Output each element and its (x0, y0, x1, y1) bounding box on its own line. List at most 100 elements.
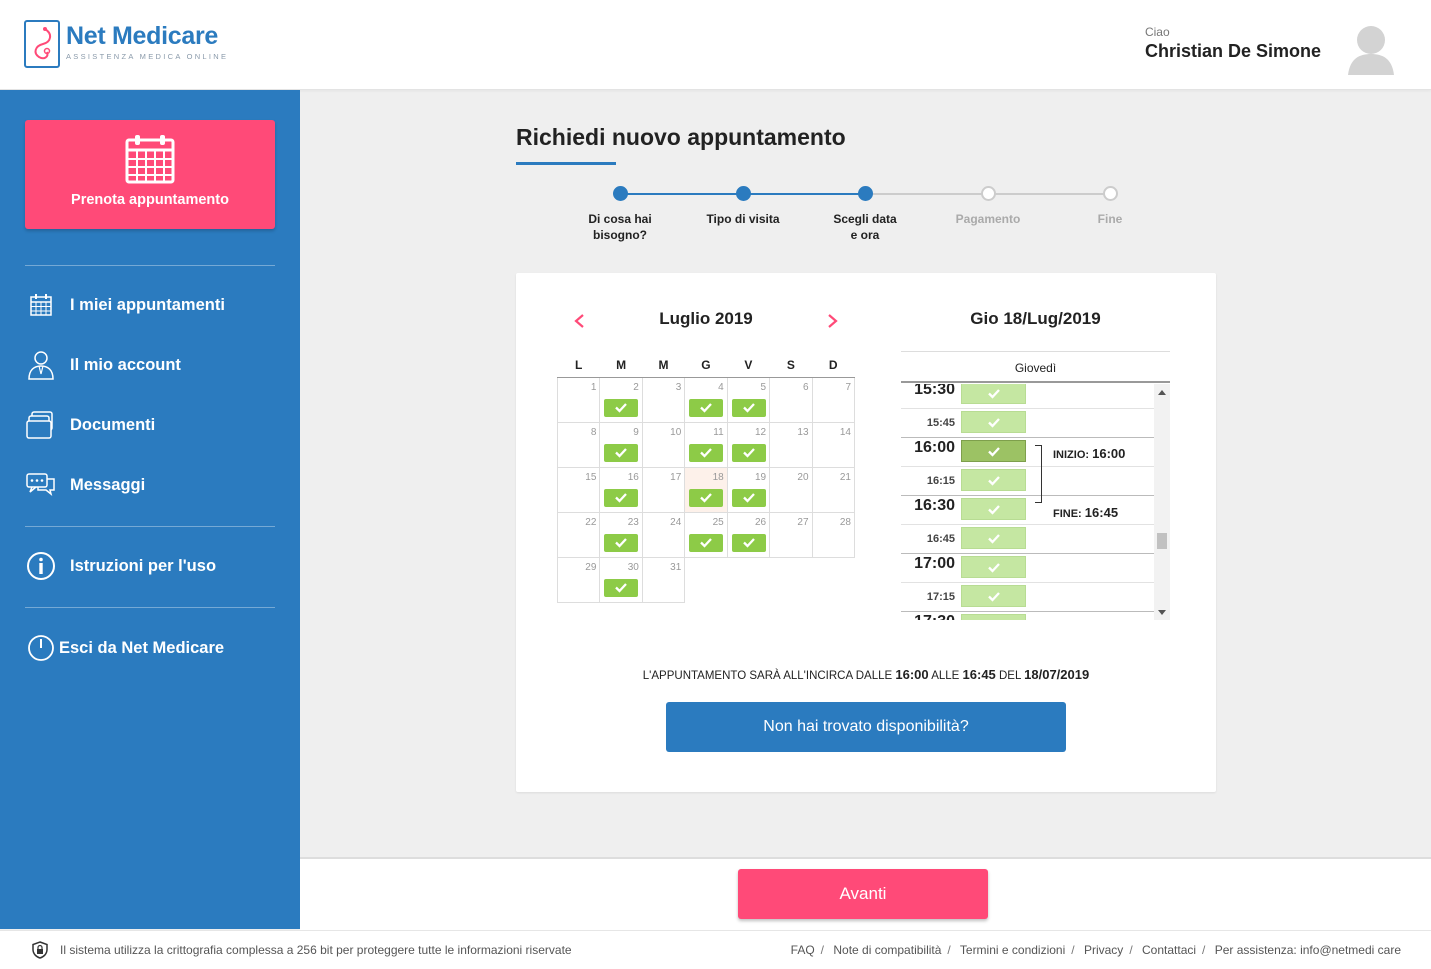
slot-time: 16:45 (926, 533, 955, 545)
main-content: Richiedi nuovo appuntamento Di cosa hai … (300, 90, 1431, 857)
slot-time: 16:30 (914, 497, 955, 514)
day-number: 18 (712, 471, 724, 483)
day-available-badge[interactable] (689, 533, 724, 552)
calendar-day: 17 (641, 466, 686, 513)
day-number: 28 (839, 516, 851, 528)
slot-select-button[interactable] (961, 411, 1026, 433)
calendar-day[interactable]: 11 (684, 421, 728, 468)
time-slot[interactable]: 17:00 (901, 554, 1154, 583)
end-time: 16:45 (1084, 505, 1119, 520)
footer-link-contact[interactable]: Contattaci (1142, 943, 1196, 957)
day-available-badge[interactable] (689, 398, 724, 417)
app-logo[interactable]: Net Medicare ASSISTENZA MEDICA ONLINE (24, 20, 228, 68)
range-bracket (1035, 445, 1042, 503)
avatar[interactable] (1346, 20, 1396, 75)
calendar-day[interactable]: 5 (726, 376, 771, 423)
day-number: 12 (754, 426, 767, 438)
calendar-week-row: 15 16 17 18 19 20 21 (556, 466, 856, 513)
day-available-badge[interactable] (689, 443, 724, 462)
slot-select-button[interactable] (961, 440, 1026, 462)
book-appointment-button[interactable]: Prenota appuntamento (25, 120, 275, 229)
footer-link-faq[interactable]: FAQ (791, 943, 815, 957)
calendar-day[interactable]: 9 (599, 421, 643, 468)
time-slot[interactable]: 16:45 (901, 525, 1154, 554)
calendar-day[interactable]: 18 (684, 466, 728, 513)
calendar-day: 27 (769, 511, 813, 558)
slot-select-button[interactable] (961, 585, 1026, 607)
day-available-badge[interactable] (731, 533, 766, 552)
calendar-day[interactable]: 23 (599, 511, 643, 558)
check-icon (987, 533, 1000, 544)
sidebar-item-account[interactable]: Il mio account (25, 347, 275, 383)
slot-select-button[interactable] (961, 556, 1026, 578)
footer-link-compatibility[interactable]: Note di compatibilità (833, 943, 941, 957)
footer-link-support[interactable]: Per assistenza: info@netmedi care (1215, 943, 1401, 957)
next-month-button[interactable] (824, 313, 840, 329)
time-slot[interactable]: 16:15 (901, 467, 1154, 496)
calendar-day: 13 (769, 421, 813, 468)
sidebar-divider (25, 607, 275, 608)
time-slot[interactable]: 17:15 (901, 583, 1154, 612)
sidebar-item-logout[interactable]: Esci da Net Medicare (25, 630, 275, 666)
calendar-day: 10 (641, 421, 686, 468)
day-available-badge[interactable] (731, 488, 766, 507)
day-available-badge[interactable] (689, 488, 724, 507)
day-available-badge[interactable] (731, 398, 766, 417)
calendar-header: Luglio 2019 (558, 309, 854, 333)
appointment-card: Luglio 2019 L M M G V S D 1 2 3 4 5 6 7 8 9 10 11 1… (516, 273, 1216, 792)
day-number: 3 (675, 381, 682, 393)
sidebar-item-instructions[interactable]: Istruzioni per l'uso (25, 548, 275, 584)
summary-date: 18/07/2019 (1024, 667, 1090, 682)
calendar-day[interactable]: 12 (726, 421, 771, 468)
day-number: 13 (797, 426, 809, 438)
calendar-day[interactable]: 25 (684, 511, 728, 558)
calendar-day[interactable]: 30 (599, 556, 643, 603)
calendar-day[interactable]: 16 (599, 466, 643, 513)
summary-prefix: L'APPUNTAMENTO SARÀ ALL'INCIRCA DALLE (642, 670, 893, 682)
day-number: 25 (712, 516, 724, 528)
check-icon (615, 538, 628, 548)
day-available-badge[interactable] (604, 398, 639, 417)
day-available-badge[interactable] (604, 533, 639, 552)
calendar-day[interactable]: 4 (684, 376, 728, 423)
slot-select-button[interactable] (961, 614, 1026, 620)
sidebar-item-label: Istruzioni per l'uso (70, 556, 217, 575)
footer-link-privacy[interactable]: Privacy (1084, 943, 1123, 957)
time-slot[interactable]: 17:30 (901, 612, 1154, 620)
calendar-day[interactable]: 26 (726, 511, 771, 558)
sidebar-item-documents[interactable]: Documenti (25, 407, 275, 443)
messages-icon (25, 469, 57, 501)
day-number: 31 (670, 561, 682, 573)
calendar-day: 31 (641, 556, 686, 603)
calendar-day[interactable]: 2 (599, 376, 643, 423)
day-available-badge[interactable] (731, 443, 766, 462)
check-icon (987, 504, 1000, 515)
summary-from: 16:00 (895, 667, 929, 682)
slot-select-button[interactable] (961, 384, 1026, 404)
calendar-icon (25, 289, 57, 321)
footer-link-terms[interactable]: Termini e condizioni (960, 943, 1065, 957)
no-availability-button[interactable]: Non hai trovato disponibilità? (666, 702, 1066, 752)
check-icon (987, 591, 1000, 602)
day-available-badge[interactable] (604, 488, 639, 507)
sidebar-item-messages[interactable]: Messaggi (25, 467, 275, 503)
time-slot[interactable]: 15:45 (901, 409, 1154, 438)
next-button[interactable]: Avanti (738, 869, 988, 919)
sidebar-divider (25, 265, 275, 266)
slots-scrollbar[interactable] (1154, 384, 1170, 620)
check-icon (987, 388, 1000, 399)
calendar-week-row: 22 23 24 25 26 27 28 (556, 511, 856, 558)
day-available-badge[interactable] (604, 578, 639, 597)
slot-select-button[interactable] (961, 498, 1026, 520)
sidebar-item-appointments[interactable]: I miei appuntamenti (25, 287, 275, 323)
slot-select-button[interactable] (961, 469, 1026, 491)
time-slot[interactable]: 15:30 (901, 384, 1154, 409)
day-number: 22 (585, 516, 597, 528)
check-icon (700, 403, 713, 413)
day-number: 17 (670, 471, 682, 483)
slot-select-button[interactable] (961, 527, 1026, 549)
day-number: 24 (670, 516, 682, 528)
calendar-day[interactable]: 19 (726, 466, 771, 513)
day-available-badge[interactable] (604, 443, 639, 462)
day-number: 6 (802, 381, 809, 393)
